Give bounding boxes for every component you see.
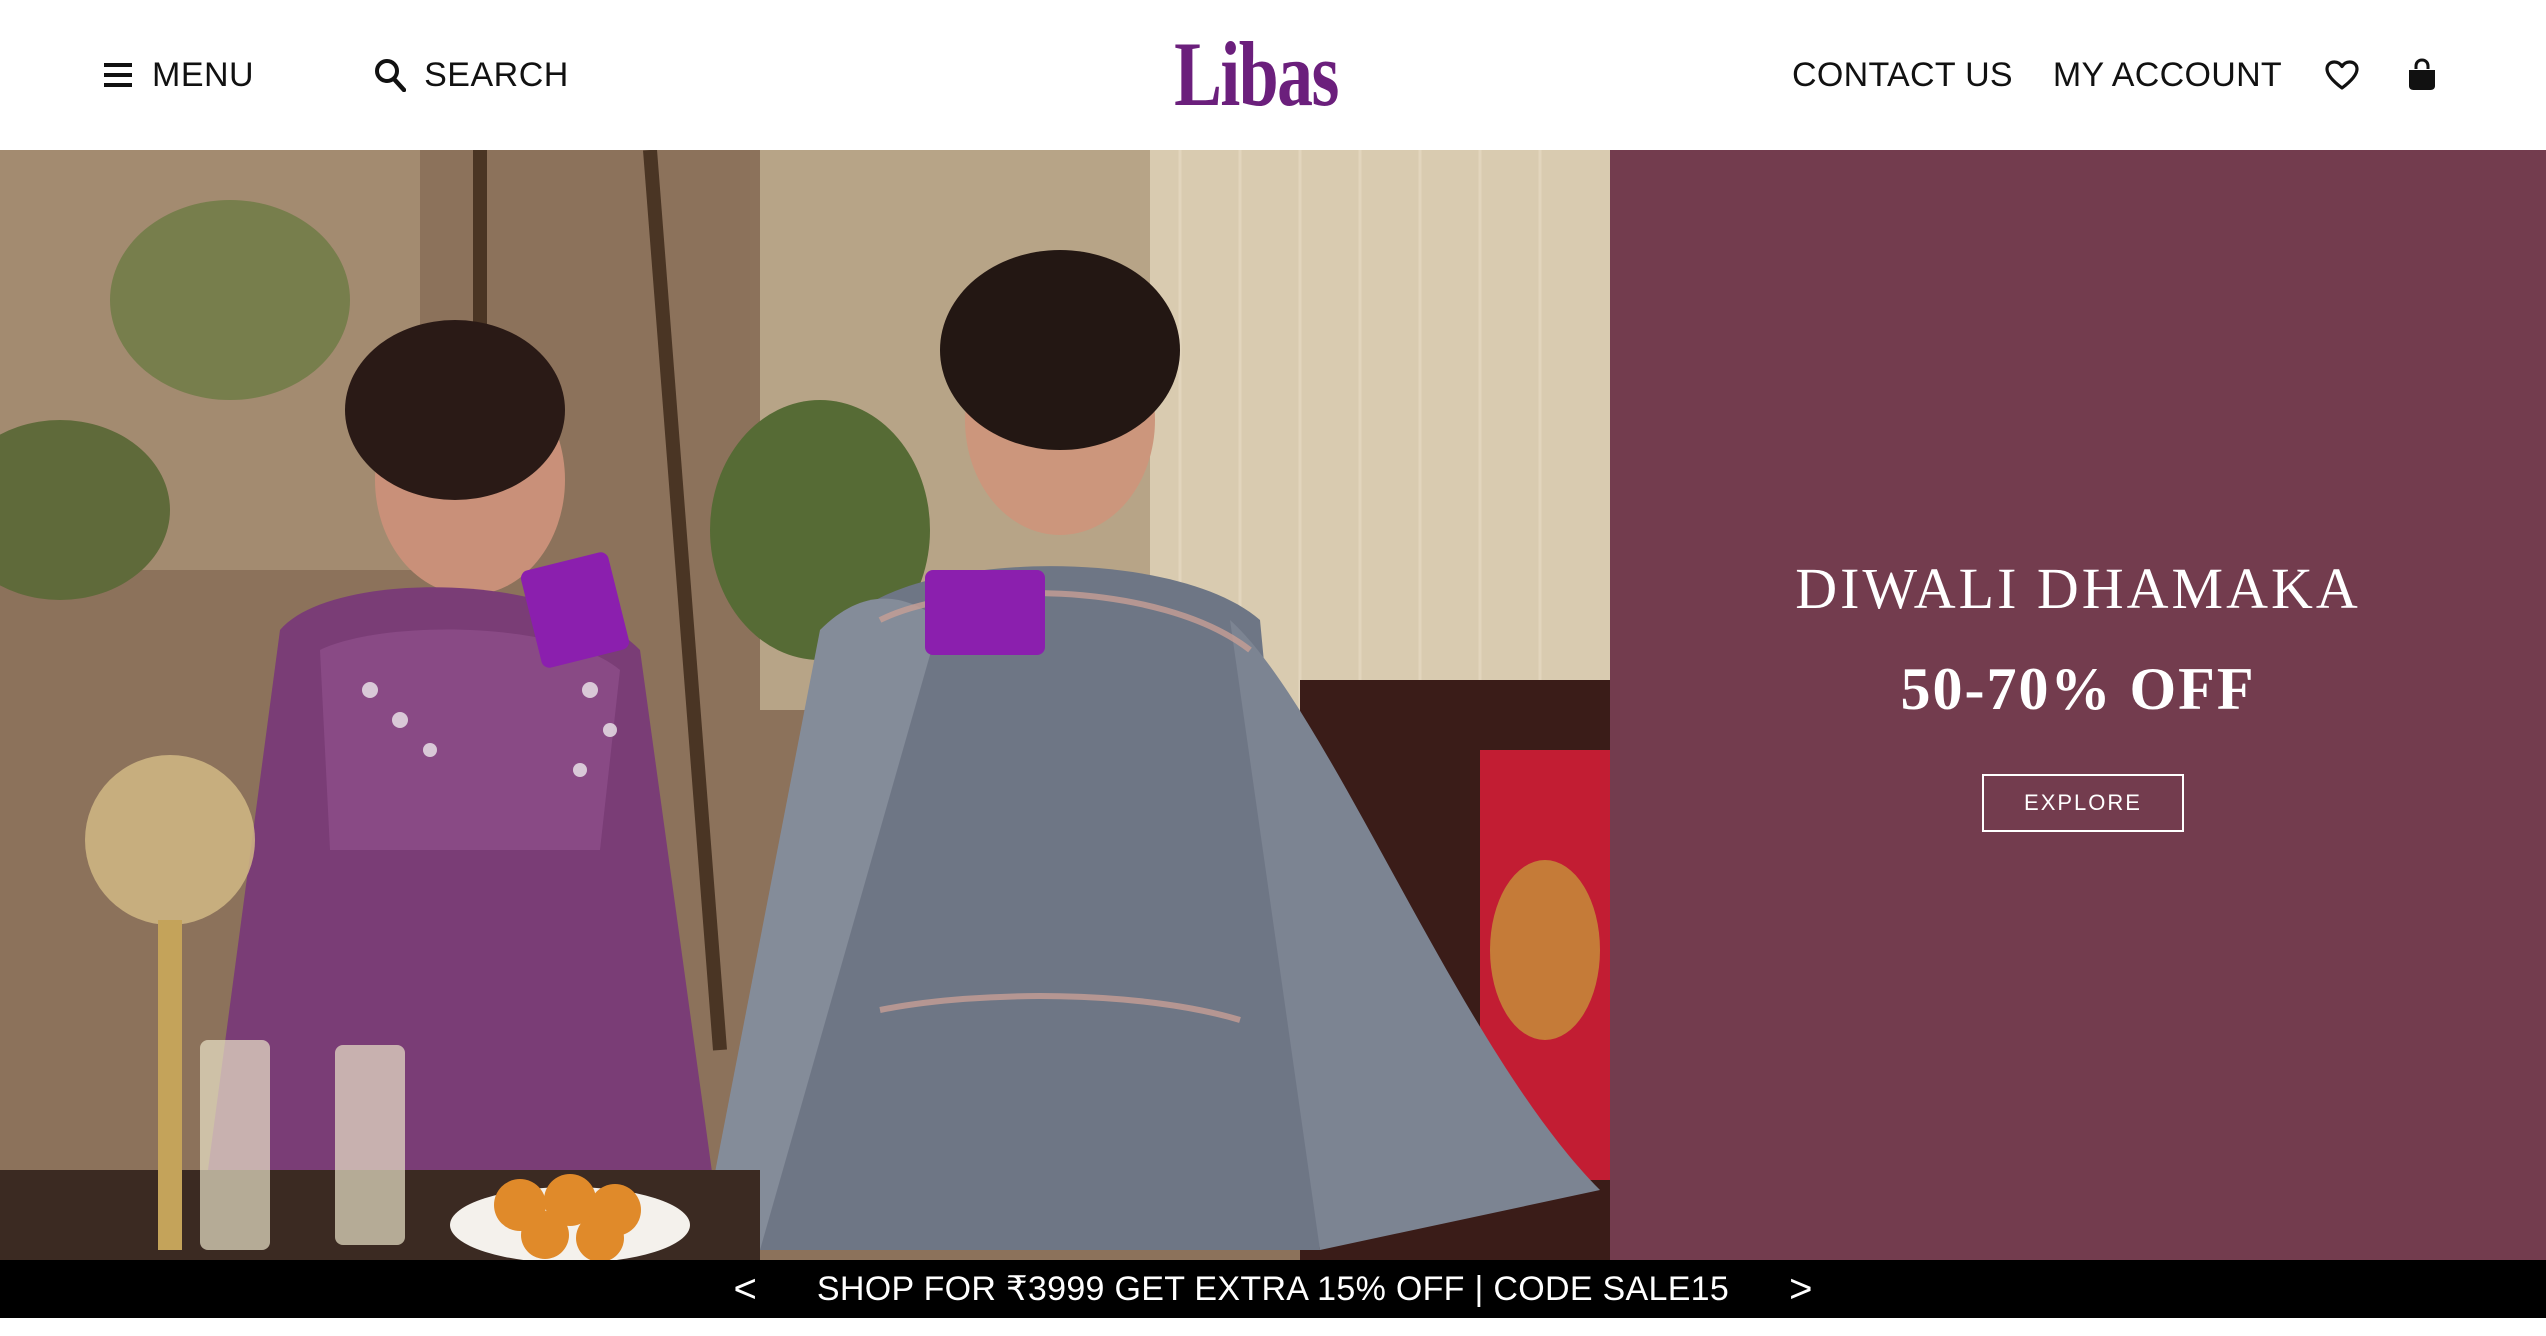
hero-photo-illustration bbox=[0, 150, 1610, 1260]
logo-text: Libas bbox=[1174, 23, 1339, 125]
header-right-nav: CONTACT US MY ACCOUNT bbox=[1792, 0, 2442, 150]
announcement-prev-arrow[interactable]: < bbox=[734, 1269, 757, 1309]
search-button[interactable]: SEARCH bbox=[374, 56, 569, 95]
contact-us-link[interactable]: CONTACT US bbox=[1792, 56, 2013, 95]
hero-image[interactable] bbox=[0, 150, 1610, 1260]
promo-title: DIWALI DHAMAKA bbox=[1795, 556, 2361, 621]
heart-icon bbox=[2325, 60, 2359, 90]
shopping-bag-icon bbox=[2409, 58, 2435, 90]
explore-button[interactable]: EXPLORE bbox=[1982, 774, 2184, 832]
my-account-link[interactable]: MY ACCOUNT bbox=[2053, 56, 2282, 95]
hamburger-menu-icon bbox=[104, 63, 132, 87]
menu-label: MENU bbox=[152, 55, 255, 94]
site-header: MENU SEARCH Libas CONTACT US MY ACCOUNT bbox=[0, 0, 2546, 150]
announcement-text[interactable]: SHOP FOR ₹3999 GET EXTRA 15% OFF | CODE … bbox=[817, 1269, 1729, 1309]
search-label: SEARCH bbox=[424, 55, 569, 94]
header-left-nav: MENU SEARCH bbox=[104, 0, 569, 150]
promo-discount: 50-70% OFF bbox=[1900, 656, 2256, 722]
cart-button[interactable] bbox=[2402, 55, 2442, 95]
promo-panel: DIWALI DHAMAKA 50-70% OFF EXPLORE bbox=[1610, 150, 2546, 1260]
wishlist-button[interactable] bbox=[2322, 55, 2362, 95]
libas-logo[interactable]: Libas bbox=[1174, 22, 1339, 126]
announcement-bar: < SHOP FOR ₹3999 GET EXTRA 15% OFF | COD… bbox=[0, 1260, 2546, 1318]
hero-banner[interactable]: DIWALI DHAMAKA 50-70% OFF EXPLORE bbox=[0, 150, 2546, 1260]
announcement-next-arrow[interactable]: > bbox=[1789, 1269, 1812, 1309]
menu-button[interactable]: MENU bbox=[104, 56, 254, 95]
search-icon bbox=[375, 59, 407, 92]
